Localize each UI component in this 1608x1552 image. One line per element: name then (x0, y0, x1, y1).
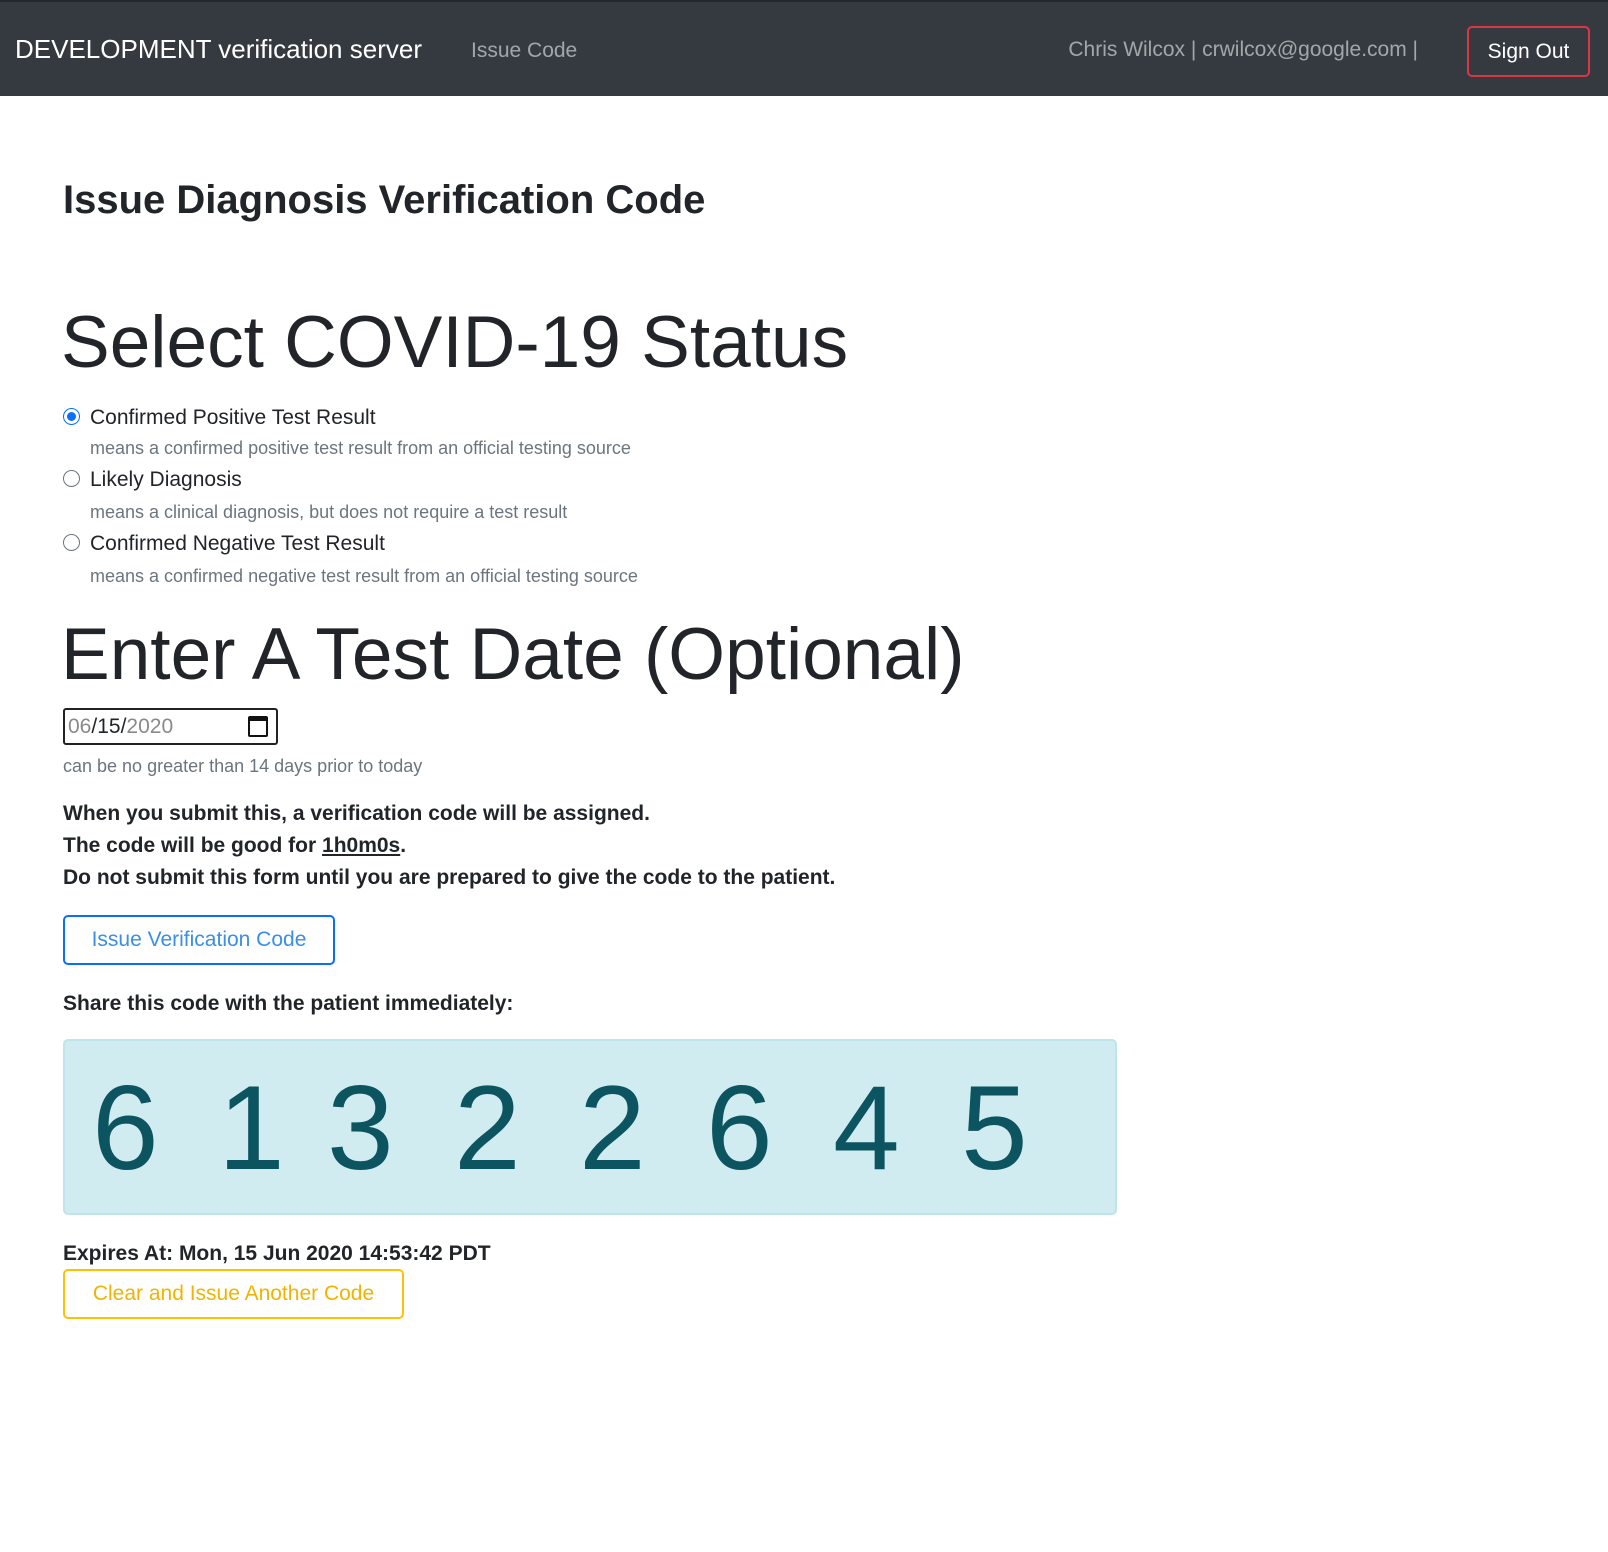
user-info: Chris Wilcox | crwilcox@google.com | (1068, 38, 1418, 61)
test-date-heading: Enter A Test Date (Optional) (61, 614, 965, 695)
code-digit: 1 (218, 1061, 285, 1195)
radio-label-positive[interactable]: Confirmed Positive Test Result (90, 404, 376, 432)
help-positive: means a confirmed positive test result f… (90, 438, 631, 458)
date-help-text: can be no greater than 14 days prior to … (63, 756, 423, 776)
date-month: 06 (68, 715, 92, 738)
notice-line-2-suffix: . (400, 834, 407, 857)
expires-value: Mon, 15 Jun 2020 14:53:42 PDT (178, 1242, 491, 1265)
issue-verification-code-button[interactable]: Issue Verification Code (63, 915, 335, 965)
radio-label-likely[interactable]: Likely Diagnosis (90, 466, 242, 494)
notice-line-1: When you submit this, a verification cod… (63, 802, 650, 825)
brand-title[interactable]: DEVELOPMENT verification server (15, 32, 422, 66)
expires-label: Expires At: (63, 1242, 174, 1265)
help-negative: means a confirmed negative test result f… (90, 566, 638, 586)
share-code-label: Share this code with the patient immedia… (63, 992, 514, 1015)
code-digit: 3 (327, 1061, 394, 1195)
code-duration: 1h0m0s (322, 834, 401, 857)
radio-likely[interactable] (63, 470, 80, 487)
notice-line-2: The code will be good for 1h0m0s. (63, 832, 406, 860)
notice-line-2-prefix: The code will be good for (63, 834, 323, 857)
calendar-icon[interactable] (248, 716, 268, 737)
expires-at: Expires At: Mon, 15 Jun 2020 14:53:42 PD… (63, 1240, 491, 1268)
code-digit: 6 (706, 1061, 773, 1195)
page-title: Issue Diagnosis Verification Code (63, 178, 706, 222)
help-likely: means a clinical diagnosis, but does not… (90, 502, 568, 522)
clear-and-issue-another-button[interactable]: Clear and Issue Another Code (63, 1269, 404, 1319)
radio-positive[interactable] (63, 408, 80, 425)
date-day: 15 (97, 715, 121, 738)
date-value: 06/15/2020 (68, 715, 174, 738)
code-digit: 4 (833, 1061, 900, 1195)
nav-link-issue-code[interactable]: Issue Code (471, 37, 577, 65)
code-digit: 5 (961, 1061, 1028, 1195)
code-digit: 2 (454, 1061, 521, 1195)
sign-out-button[interactable]: Sign Out (1467, 26, 1590, 77)
radio-label-negative[interactable]: Confirmed Negative Test Result (90, 530, 385, 558)
verification-code-box: 6 1 3 2 2 6 4 5 (63, 1039, 1117, 1215)
date-year: 2020 (126, 715, 174, 738)
top-navbar: DEVELOPMENT verification server Issue Co… (0, 0, 1608, 96)
radio-negative[interactable] (63, 534, 80, 551)
notice-line-3: Do not submit this form until you are pr… (63, 866, 836, 889)
test-date-input[interactable]: 06/15/2020 (63, 708, 278, 745)
status-heading: Select COVID-19 Status (61, 302, 849, 383)
code-digit: 2 (579, 1061, 646, 1195)
code-digit: 6 (92, 1061, 159, 1195)
